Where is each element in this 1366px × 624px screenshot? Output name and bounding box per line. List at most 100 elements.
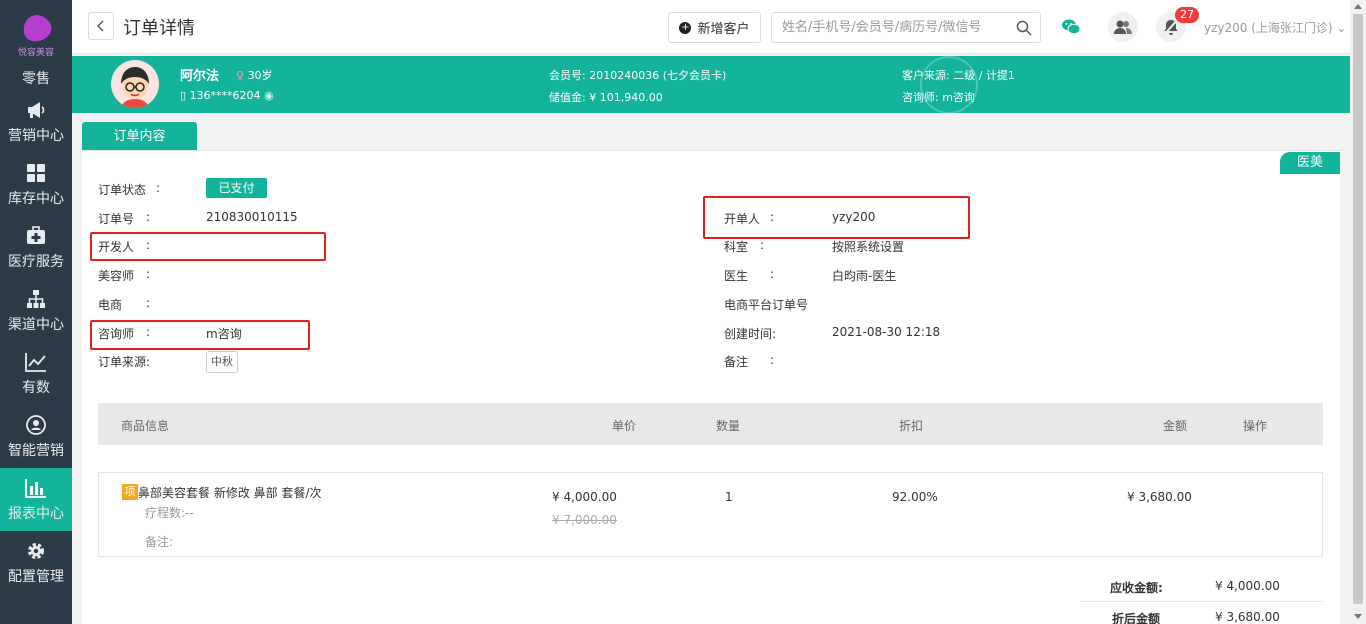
discount: 92.00% <box>892 490 938 504</box>
org-chart-icon <box>25 288 47 310</box>
add-customer-button[interactable]: + 新增客户 <box>668 12 761 43</box>
medical-kit-icon <box>25 225 47 247</box>
logo-icon <box>17 13 55 43</box>
column-header-quantity: 数量 <box>716 419 741 433</box>
highlight-box-developer <box>90 232 326 261</box>
created-time-label: 创建时间: <box>724 327 777 341</box>
column-header-amount: 金额 <box>1163 419 1188 433</box>
quantity: 1 <box>725 490 733 504</box>
column-header-discount: 折扣 <box>899 419 924 433</box>
unit-price: ¥ 4,000.00 <box>552 490 617 504</box>
tab-order-content[interactable]: 订单内容 <box>82 122 197 151</box>
item-note: 备注: <box>145 535 174 549</box>
avatar[interactable] <box>111 60 159 108</box>
column-header-product: 商品信息 <box>121 419 170 433</box>
mobile-icon: ▯ <box>180 89 187 102</box>
megaphone-icon <box>25 99 47 121</box>
highlight-box-consultant <box>90 320 310 350</box>
customer-age: ♀ 30岁 <box>236 67 273 83</box>
column-header-unit-price: 单价 <box>612 419 637 433</box>
department-value: 按照系统设置 <box>832 240 905 254</box>
line-chart-icon <box>25 351 47 373</box>
colon: : <box>760 238 765 252</box>
eye-icon[interactable]: ◉ <box>264 89 274 102</box>
scroll-up-arrow-icon[interactable] <box>1354 4 1362 9</box>
beautician-label: 美容师 <box>98 269 135 283</box>
colon: : <box>146 267 151 281</box>
sidebar-item-label: 库存中心 <box>8 190 64 207</box>
scroll-thumb[interactable] <box>1353 14 1363 604</box>
member-no-value: 2010240036 (七夕会员卡) <box>589 69 727 82</box>
doctor-value: 白昀雨-医生 <box>832 269 897 283</box>
back-button[interactable] <box>88 12 114 40</box>
receivable-label: 应收金额: <box>1110 581 1163 595</box>
plus-circle-icon: + <box>679 21 692 34</box>
sidebar-item-retail[interactable]: 零售 <box>0 68 72 90</box>
logo: 悦容美容 <box>0 0 72 70</box>
original-price: ¥ 7,000.00 <box>552 513 617 527</box>
table-header: 商品信息 单价 数量 折扣 金额 操作 <box>98 403 1323 445</box>
order-no-label: 订单号 <box>98 212 135 226</box>
customer-age-value: 30岁 <box>247 69 273 82</box>
stored-value-amount: ¥ 101,940.00 <box>589 91 663 104</box>
table-row: 项 鼻部美容套餐 新修改 鼻部 套餐/次 疗程数:-- 备注: ¥ 4,000.… <box>98 472 1323 557</box>
department-label: 科室 <box>724 240 749 254</box>
customer-name: 阿尔法 <box>180 69 220 84</box>
top-bar: 订单详情 + 新增客户 27 yzy200 (上海张江门诊) ⌄ <box>72 0 1350 54</box>
sidebar-item-settings[interactable]: 配置管理 <box>0 531 72 594</box>
sidebar-item-label: 医疗服务 <box>8 253 64 270</box>
colon: : <box>770 353 775 367</box>
sidebar-item-smart-marketing[interactable]: 智能营销 <box>0 405 72 468</box>
order-no-value: 210830010115 <box>206 210 298 224</box>
product-name: 鼻部美容套餐 新修改 鼻部 套餐/次 <box>138 486 322 500</box>
course-count: 疗程数:-- <box>145 506 194 520</box>
sidebar-item-medical[interactable]: 医疗服务 <box>0 216 72 279</box>
created-time-value: 2021-08-30 12:18 <box>832 325 941 339</box>
smart-marketing-icon <box>25 414 47 436</box>
colon: : <box>146 210 151 224</box>
customer-phone: ▯ 136****6204 ◉ <box>180 89 274 102</box>
customer-consultant-value: m咨询 <box>942 91 975 104</box>
order-status-label: 订单状态 <box>98 183 147 197</box>
receivable-amount: ¥ 4,000.00 <box>1215 579 1280 593</box>
ecommerce-order-no-label: 电商平台订单号 <box>724 298 809 312</box>
summary-divider <box>1080 601 1323 602</box>
search-box <box>771 12 1041 43</box>
stored-value: 储值金: ¥ 101,940.00 <box>549 89 663 105</box>
sidebar-item-channel[interactable]: 渠道中心 <box>0 279 72 342</box>
sidebar-item-inventory[interactable]: 库存中心 <box>0 153 72 216</box>
user-menu[interactable]: yzy200 (上海张江门诊) ⌄ <box>1204 19 1346 36</box>
sidebar-item-reports[interactable]: 报表中心 <box>0 468 72 531</box>
colon: : <box>156 181 161 195</box>
stored-value-label: 储值金: <box>549 91 586 104</box>
notification-badge: 27 <box>1175 7 1199 23</box>
female-icon: ♀ <box>236 69 245 82</box>
status-badge: 已支付 <box>206 178 267 198</box>
add-customer-label: 新增客户 <box>697 22 750 37</box>
sidebar-item-marketing[interactable]: 营销中心 <box>0 90 72 153</box>
sidebar-item-label: 有数 <box>22 379 50 396</box>
search-input[interactable] <box>772 13 1002 42</box>
order-source-label: 订单来源: <box>98 355 151 369</box>
customer-source-label: 客户来源: <box>902 69 950 82</box>
customer-phone-value: 136****6204 <box>189 89 261 102</box>
highlight-box-issuer <box>703 196 970 239</box>
sidebar-item-analytics[interactable]: 有数 <box>0 342 72 405</box>
team-icon[interactable] <box>1108 12 1138 42</box>
customer-consultant: 咨询师: m咨询 <box>902 89 975 105</box>
customer-source-value: 二级 / 计提1 <box>953 69 1015 82</box>
search-icon[interactable] <box>1016 20 1032 36</box>
bar-chart-icon <box>25 477 47 499</box>
sidebar-item-label: 零售 <box>22 71 50 87</box>
page-title: 订单详情 <box>123 18 195 39</box>
scroll-down-arrow-icon[interactable] <box>1354 614 1362 619</box>
discounted-label: 折后金额 <box>1112 612 1161 624</box>
gear-icon <box>25 540 47 562</box>
member-no: 会员号: 2010240036 (七夕会员卡) <box>549 67 726 83</box>
colon: : <box>146 296 151 310</box>
scrollbar[interactable] <box>1350 0 1366 624</box>
customer-banner: 阿尔法 ♀ 30岁 ▯ 136****6204 ◉ 会员号: 201024003… <box>72 56 1350 113</box>
ecommerce-label: 电商 <box>98 298 123 312</box>
colon: : <box>770 267 775 281</box>
wechat-icon[interactable] <box>1056 12 1086 42</box>
